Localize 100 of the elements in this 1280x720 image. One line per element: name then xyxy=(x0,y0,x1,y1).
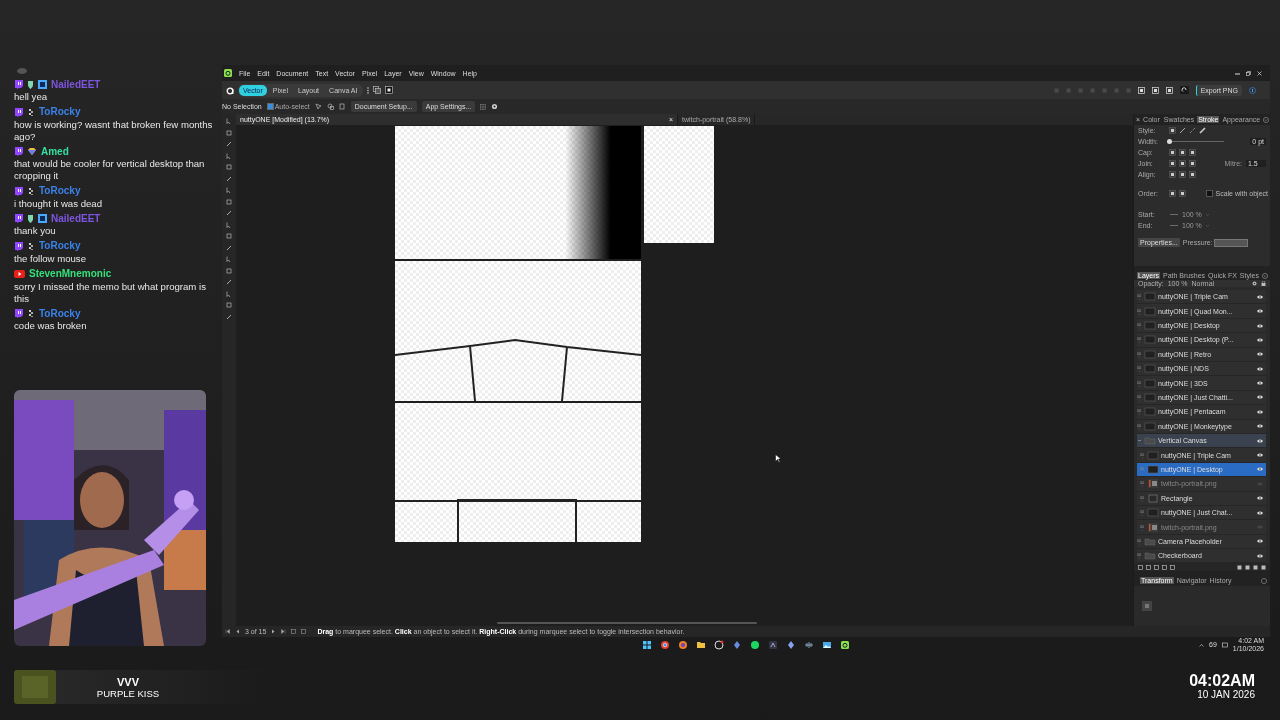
first-page-icon[interactable] xyxy=(225,629,230,634)
line-icon xyxy=(1169,212,1179,217)
eye-icon[interactable] xyxy=(1257,352,1263,357)
app-logo-icon[interactable] xyxy=(224,69,232,77)
pages-icon[interactable] xyxy=(291,629,297,634)
chat-message: thank you xyxy=(14,225,57,238)
artboard-thumbnail-icon xyxy=(1144,378,1156,388)
pressure-field[interactable] xyxy=(1213,238,1248,247)
artboard-thumbnail-icon xyxy=(1147,464,1159,474)
chevron-icon[interactable] xyxy=(1261,577,1267,584)
picture-icon[interactable] xyxy=(822,640,832,650)
eye-icon[interactable] xyxy=(1257,323,1263,328)
user-name: NailedEET xyxy=(51,212,101,225)
next-icon[interactable] xyxy=(271,629,277,634)
eye-icon[interactable] xyxy=(1257,510,1263,515)
eye-icon[interactable] xyxy=(1257,539,1263,544)
scrollbar[interactable] xyxy=(497,622,757,624)
artboard-thumbnail-icon xyxy=(1147,450,1159,460)
eye-icon[interactable] xyxy=(1257,309,1263,314)
help-icon[interactable] xyxy=(1249,86,1256,94)
duplicate-icon[interactable] xyxy=(301,629,307,634)
folder-thumbnail-icon xyxy=(1144,436,1156,446)
frame-icon[interactable] xyxy=(384,86,393,94)
close-icon[interactable] xyxy=(1257,70,1262,76)
user-name: ToRocky xyxy=(39,106,81,119)
user-name: ToRocky xyxy=(39,185,81,198)
artist-name: PURPLE KISS xyxy=(96,687,160,699)
eye-icon[interactable] xyxy=(1257,381,1263,386)
previous-icon[interactable] xyxy=(235,629,240,634)
eye-icon[interactable] xyxy=(1257,553,1263,558)
chevron-icon[interactable] xyxy=(1263,116,1270,123)
artboard-thumbnail-icon xyxy=(1147,508,1159,518)
chat-message: how is working? wasnt that broken few months ago? xyxy=(14,118,214,143)
eye-icon[interactable] xyxy=(1257,366,1263,371)
artboard-thumbnail-icon xyxy=(1144,349,1156,359)
eye-icon[interactable] xyxy=(1257,496,1263,501)
user-name: NailedEET xyxy=(51,78,101,91)
image-thumbnail-icon xyxy=(1147,521,1159,533)
save-icon[interactable] xyxy=(1165,86,1173,94)
settings-icon[interactable] xyxy=(491,103,499,110)
eye-icon[interactable] xyxy=(1257,409,1263,414)
user-name: ToRocky xyxy=(39,240,81,253)
checkbox[interactable] xyxy=(266,103,274,110)
diamond-icon[interactable] xyxy=(732,640,742,650)
collapse-icon[interactable] xyxy=(1137,438,1142,444)
layers-icon[interactable] xyxy=(1151,86,1159,94)
album-art-icon xyxy=(14,670,56,704)
artboard-thumbnail-icon xyxy=(1144,393,1156,402)
pixel-icon xyxy=(27,107,35,117)
app-icon[interactable] xyxy=(768,640,778,650)
artboard-thumbnail-icon xyxy=(1144,306,1156,316)
chat-message: sorry I missed the memo but what program is this xyxy=(14,280,207,305)
eye-icon[interactable] xyxy=(1257,337,1263,342)
notification-icon[interactable] xyxy=(1221,641,1228,648)
last-page-icon[interactable] xyxy=(281,629,287,634)
artboard-thumbnail-icon xyxy=(1144,321,1156,331)
chat-message: hell yea xyxy=(14,91,49,103)
shapes-icon[interactable] xyxy=(326,103,334,110)
chat-message: the follow mouse xyxy=(14,252,87,265)
user-name: Amed xyxy=(41,145,69,158)
app-logo-icon[interactable] xyxy=(840,640,850,650)
eye-icon[interactable] xyxy=(1257,424,1263,429)
chat-bubble-icon xyxy=(14,80,23,89)
artboard-thumbnail-icon xyxy=(1144,407,1156,417)
checkbox[interactable] xyxy=(1206,190,1214,197)
diamond-icon[interactable] xyxy=(786,640,796,650)
style-button-icon[interactable] xyxy=(1169,127,1176,134)
chat-bubble-icon xyxy=(14,309,23,319)
pixel-icon xyxy=(27,186,35,196)
user-name: StevenMnemonic xyxy=(29,268,112,281)
rectangle-thumbnail-icon xyxy=(1147,492,1159,504)
slider-thumb[interactable] xyxy=(1167,139,1172,144)
restore-icon[interactable] xyxy=(1246,70,1251,76)
lock-icon[interactable] xyxy=(1261,280,1266,286)
dashed-line-icon[interactable] xyxy=(1189,127,1196,134)
arrange-icon[interactable] xyxy=(1137,86,1145,94)
artboard-thumbnail-icon xyxy=(1144,292,1156,302)
waveform-icon[interactable] xyxy=(804,640,814,650)
select-icon[interactable] xyxy=(314,103,322,110)
line-icon[interactable] xyxy=(1179,127,1186,134)
square-icon xyxy=(38,80,47,89)
emote-icon xyxy=(16,68,28,75)
start-icon[interactable] xyxy=(642,640,652,650)
clock-time: 04:02AM xyxy=(1189,672,1255,689)
minimize-icon[interactable] xyxy=(1235,70,1240,76)
chevron-up-icon[interactable] xyxy=(1199,642,1205,647)
gear-icon[interactable] xyxy=(1252,280,1257,286)
pages-icon[interactable] xyxy=(338,103,346,110)
pencil-icon[interactable] xyxy=(226,175,232,182)
eye-icon[interactable] xyxy=(1257,294,1263,299)
eye-icon[interactable] xyxy=(1257,395,1263,400)
user-name: ToRocky xyxy=(39,307,81,320)
image-thumbnail-icon xyxy=(1147,478,1159,490)
eye-icon[interactable] xyxy=(1257,438,1263,443)
copy-icon[interactable] xyxy=(372,86,381,94)
app-logo-icon[interactable] xyxy=(226,85,234,95)
eye-icon[interactable] xyxy=(1257,453,1263,458)
pixel-icon xyxy=(27,309,35,319)
snapping-icon[interactable] xyxy=(1179,86,1189,94)
music-icon[interactable] xyxy=(750,640,760,650)
